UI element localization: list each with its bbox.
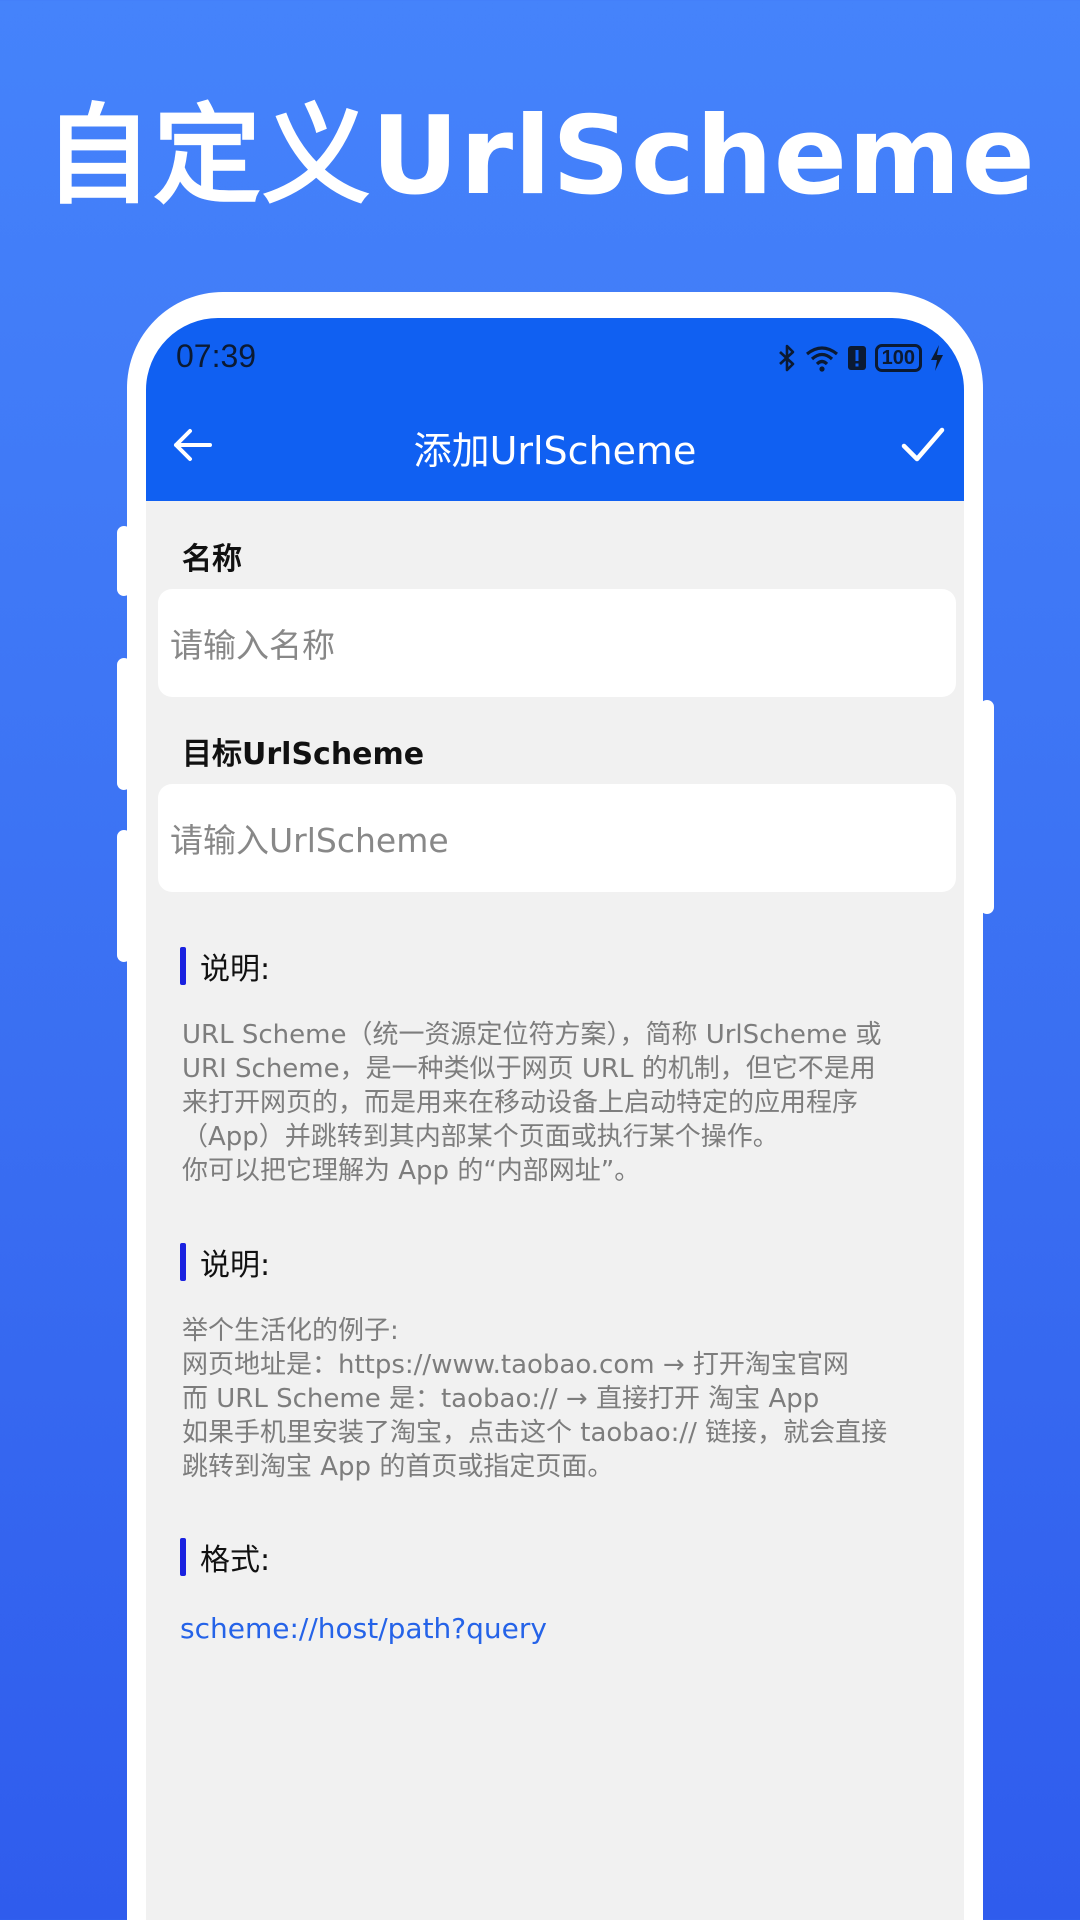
alert-icon bbox=[847, 346, 866, 370]
bluetooth-icon bbox=[778, 344, 794, 372]
status-icons: 100 bbox=[777, 344, 944, 372]
promo-title: 自定义UrlScheme bbox=[44, 94, 1036, 219]
section-accent-bar bbox=[180, 947, 186, 985]
battery-indicator: 100 bbox=[874, 344, 922, 372]
section-body-intro: URL Scheme（统一资源定位符方案），简称 UrlScheme 或 URI… bbox=[182, 1020, 882, 1186]
scheme-placeholder: 请输入UrlScheme bbox=[170, 821, 449, 860]
phone-side-button-3 bbox=[117, 830, 131, 962]
format-example: scheme://host/path?query bbox=[180, 1612, 547, 1645]
phone-side-button-4 bbox=[980, 700, 994, 914]
name-input[interactable]: 请输入名称 bbox=[158, 589, 956, 697]
phone-side-button-1 bbox=[117, 526, 131, 596]
scheme-label: 目标UrlScheme bbox=[182, 737, 425, 772]
name-placeholder: 请输入名称 bbox=[170, 626, 335, 665]
wifi-icon bbox=[805, 346, 838, 372]
section-title: 说明: bbox=[200, 952, 271, 987]
charging-icon bbox=[931, 345, 943, 371]
page-title: 添加UrlScheme bbox=[413, 429, 697, 473]
section-title: 说明: bbox=[200, 1248, 271, 1283]
section-accent-bar bbox=[180, 1243, 186, 1281]
name-label: 名称 bbox=[182, 542, 242, 577]
section-header-example: 说明: bbox=[180, 1240, 270, 1284]
section-header-intro: 说明: bbox=[180, 944, 270, 988]
check-icon[interactable] bbox=[900, 422, 946, 468]
section-header-format: 格式: bbox=[180, 1535, 270, 1579]
app-header: 07:39 100 添加UrlScheme bbox=[146, 318, 964, 501]
section-title: 格式: bbox=[200, 1543, 271, 1578]
scheme-input[interactable]: 请输入UrlScheme bbox=[158, 784, 956, 892]
status-time: 07:39 bbox=[176, 338, 257, 374]
phone-screen: 07:39 100 添加UrlScheme 名称 请输入名称 目标UrlSche… bbox=[146, 318, 964, 1920]
phone-side-button-2 bbox=[117, 658, 131, 790]
section-body-example: 举个生活化的例子: 网页地址是：https://www.taobao.com →… bbox=[182, 1316, 888, 1482]
section-accent-bar bbox=[180, 1538, 186, 1576]
